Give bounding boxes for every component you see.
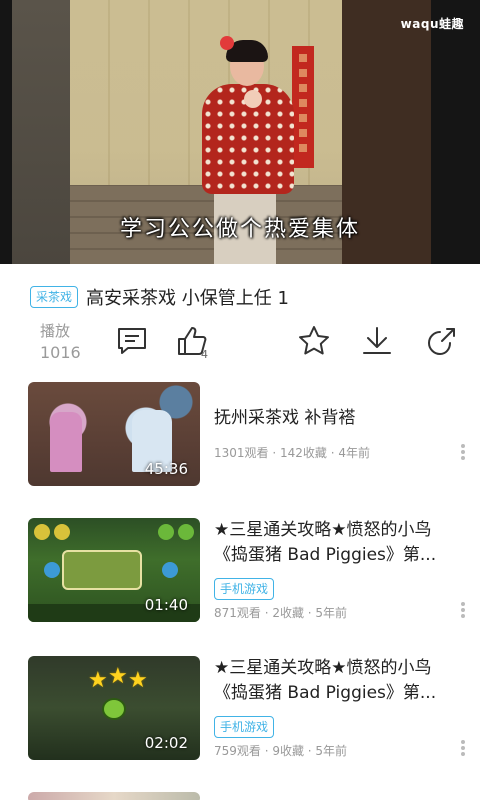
more-vertical-icon[interactable] bbox=[460, 738, 466, 758]
list-item[interactable]: 45:36 抚州采茶戏 补背褡 1301观看 · 142收藏 · 4年前 bbox=[0, 380, 480, 486]
star-icon bbox=[299, 326, 329, 355]
list-item-title[interactable]: ★三星通关攻略★愤怒的小鸟《捣蛋猪 Bad Piggies》第... bbox=[214, 518, 464, 568]
play-count-label: 播放 bbox=[40, 322, 71, 340]
comment-icon bbox=[118, 328, 146, 354]
video-player[interactable]: 学习公公做个热爱集体 waqu蛙趣 bbox=[0, 0, 480, 264]
download-button[interactable] bbox=[360, 324, 394, 358]
category-tag[interactable]: 采茶戏 bbox=[30, 286, 79, 308]
list-item[interactable] bbox=[0, 790, 480, 800]
video-duration: 02:02 bbox=[144, 734, 188, 752]
list-item-meta: 759观看 · 9收藏 · 5年前 bbox=[214, 744, 348, 758]
action-bar: 播放 1016 4 bbox=[0, 320, 480, 370]
video-title: 高安采茶戏 小保管上任 1 bbox=[86, 288, 289, 309]
video-title-row: 采茶戏 高安采茶戏 小保管上任 1 bbox=[30, 284, 289, 310]
video-thumbnail[interactable]: 01:40 bbox=[28, 518, 200, 622]
comment-button[interactable] bbox=[115, 324, 149, 358]
more-vertical-icon[interactable] bbox=[460, 442, 466, 462]
list-item-tag[interactable]: 手机游戏 bbox=[214, 578, 275, 600]
list-item[interactable]: ★ ★ ★ 02:02 ★三星通关攻略★愤怒的小鸟《捣蛋猪 Bad Piggie… bbox=[0, 654, 480, 760]
play-count: 播放 1016 bbox=[40, 320, 81, 364]
list-item-meta: 1301观看 · 142收藏 · 4年前 bbox=[214, 446, 370, 460]
video-duration: 01:40 bbox=[144, 596, 188, 614]
list-item-title[interactable]: ★三星通关攻略★愤怒的小鸟《捣蛋猪 Bad Piggies》第... bbox=[214, 656, 464, 706]
video-thumbnail[interactable]: 45:36 bbox=[28, 382, 200, 486]
share-icon bbox=[428, 328, 455, 355]
video-duration: 45:36 bbox=[144, 460, 188, 478]
list-item-title[interactable]: 抚州采茶戏 补背褡 bbox=[214, 406, 464, 431]
favorite-button[interactable] bbox=[297, 324, 331, 358]
list-item-meta: 871观看 · 2收藏 · 5年前 bbox=[214, 606, 348, 620]
list-item[interactable]: 01:40 ★三星通关攻略★愤怒的小鸟《捣蛋猪 Bad Piggies》第...… bbox=[0, 516, 480, 622]
video-subtitle: 学习公公做个热爱集体 bbox=[119, 217, 360, 242]
like-count: 4 bbox=[201, 348, 208, 361]
video-thumbnail[interactable] bbox=[28, 792, 200, 800]
list-item-tag[interactable]: 手机游戏 bbox=[214, 716, 275, 738]
video-thumbnail[interactable]: ★ ★ ★ 02:02 bbox=[28, 656, 200, 760]
share-button[interactable] bbox=[425, 324, 459, 358]
more-vertical-icon[interactable] bbox=[460, 600, 466, 620]
watermark-logo: waqu蛙趣 bbox=[400, 17, 464, 31]
play-count-value: 1016 bbox=[40, 343, 81, 362]
download-icon bbox=[363, 327, 391, 354]
